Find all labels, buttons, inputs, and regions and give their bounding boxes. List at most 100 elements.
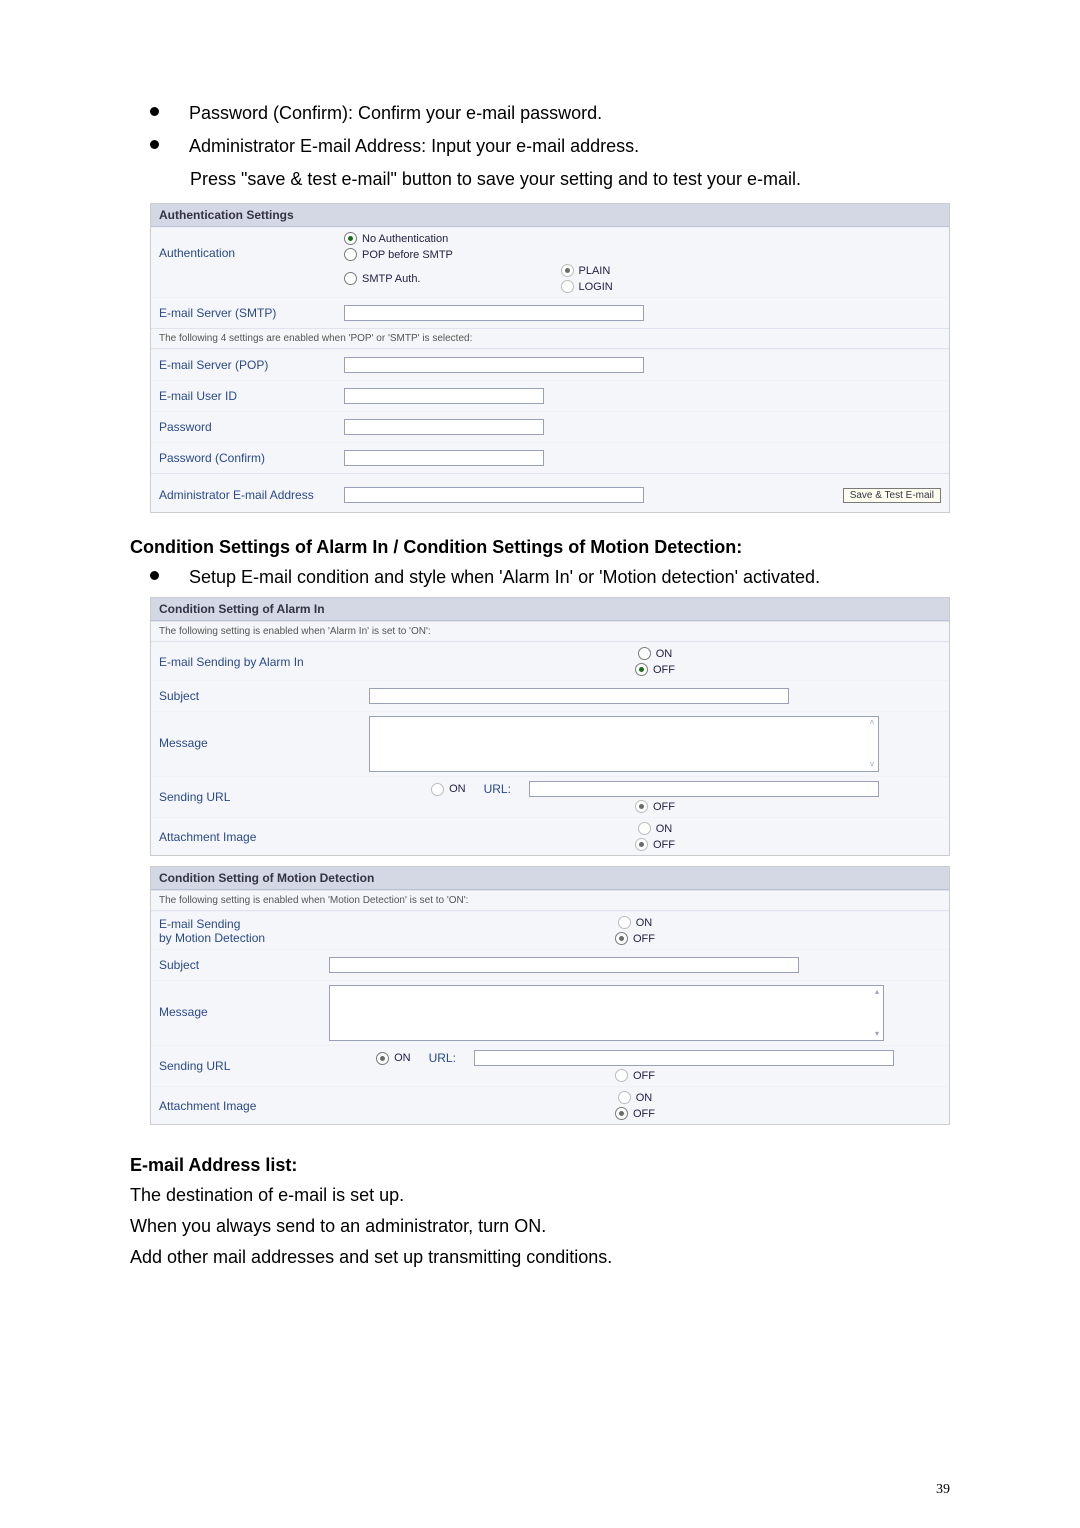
auth-row-password: Password bbox=[151, 411, 949, 442]
radio-icon bbox=[561, 280, 574, 293]
row-label: E-mail Sending by Motion Detection bbox=[159, 917, 329, 945]
motion-attach-off[interactable]: OFF bbox=[615, 1107, 655, 1120]
bullet-text: Password (Confirm): Confirm your e-mail … bbox=[189, 100, 602, 127]
motion-url-input[interactable] bbox=[474, 1050, 894, 1066]
bullet-text: Setup E-mail condition and style when 'A… bbox=[189, 564, 820, 591]
radio-icon bbox=[638, 822, 651, 835]
auth-opt-popbefore[interactable]: POP before SMTP bbox=[344, 248, 453, 261]
section-title-condition: Condition Settings of Alarm In / Conditi… bbox=[130, 537, 950, 558]
bullet-text: Administrator E-mail Address: Input your… bbox=[189, 133, 639, 160]
radio-icon bbox=[344, 232, 357, 245]
motion-message-textarea[interactable]: ▴ ▾ bbox=[329, 985, 884, 1041]
radio-icon bbox=[376, 1052, 389, 1065]
radio-icon bbox=[615, 1069, 628, 1082]
auth-opt-noauth[interactable]: No Authentication bbox=[344, 232, 448, 245]
motion-url-off[interactable]: OFF bbox=[615, 1069, 655, 1082]
scroll-up-icon: ˄ bbox=[866, 717, 878, 729]
password-input[interactable] bbox=[344, 419, 544, 435]
radio-label: OFF bbox=[653, 839, 675, 851]
radio-label: OFF bbox=[633, 1108, 655, 1120]
radio-label: OFF bbox=[633, 933, 655, 945]
smtp-input[interactable] bbox=[344, 305, 644, 321]
alarm-message-textarea[interactable]: ˄ ˅ bbox=[369, 716, 879, 772]
row-label: Subject bbox=[159, 958, 329, 972]
motion-attach-on[interactable]: ON bbox=[618, 1091, 653, 1104]
body-text: When you always send to an administrator… bbox=[130, 1213, 950, 1240]
alarm-note: The following setting is enabled when 'A… bbox=[151, 621, 949, 642]
row-label-line2: by Motion Detection bbox=[159, 931, 329, 945]
radio-label: POP before SMTP bbox=[362, 249, 453, 261]
radio-icon bbox=[431, 783, 444, 796]
motion-settings-box: Condition Setting of Motion Detection Th… bbox=[150, 866, 950, 1125]
radio-icon bbox=[615, 932, 628, 945]
row-label: Subject bbox=[159, 689, 369, 703]
radio-icon bbox=[344, 248, 357, 261]
auth-opt-login[interactable]: LOGIN bbox=[561, 280, 613, 293]
bullet-icon bbox=[150, 140, 159, 149]
auth-row-pop: E-mail Server (POP) bbox=[151, 349, 949, 380]
alarm-attach-on[interactable]: ON bbox=[638, 822, 673, 835]
row-label: Message bbox=[159, 985, 329, 1019]
userid-input[interactable] bbox=[344, 388, 544, 404]
auth-settings-box: Authentication Settings Authentication N… bbox=[150, 203, 950, 513]
motion-sending-off[interactable]: OFF bbox=[615, 932, 655, 945]
row-label: Attachment Image bbox=[159, 830, 369, 844]
password-confirm-input[interactable] bbox=[344, 450, 544, 466]
radio-icon bbox=[615, 1107, 628, 1120]
radio-label: OFF bbox=[653, 664, 675, 676]
alarm-row-subject: Subject bbox=[151, 680, 949, 711]
radio-label: OFF bbox=[633, 1070, 655, 1082]
pop-input[interactable] bbox=[344, 357, 644, 373]
auth-row-smtp: E-mail Server (SMTP) bbox=[151, 297, 949, 328]
alarm-url-input[interactable] bbox=[529, 781, 879, 797]
auth-row-password-confirm: Password (Confirm) bbox=[151, 442, 949, 473]
alarm-url-on[interactable]: ON bbox=[431, 783, 466, 796]
radio-icon bbox=[635, 663, 648, 676]
alarm-settings-box: Condition Setting of Alarm In The follow… bbox=[150, 597, 950, 856]
motion-subject-input[interactable] bbox=[329, 957, 799, 973]
page: Password (Confirm): Confirm your e-mail … bbox=[0, 0, 1080, 1528]
section-title-email-list: E-mail Address list: bbox=[130, 1155, 950, 1176]
auth-header: Authentication Settings bbox=[151, 204, 949, 227]
radio-label: SMTP Auth. bbox=[362, 273, 421, 285]
auth-opt-plain[interactable]: PLAIN bbox=[561, 264, 613, 277]
motion-url-on[interactable]: ON bbox=[376, 1052, 411, 1065]
url-field-label: URL: bbox=[484, 782, 511, 796]
alarm-row-message: Message ˄ ˅ bbox=[151, 711, 949, 776]
radio-label: LOGIN bbox=[579, 281, 613, 293]
alarm-subject-input[interactable] bbox=[369, 688, 789, 704]
auth-row-admin: Administrator E-mail Address Save & Test… bbox=[151, 473, 949, 512]
motion-row-message: Message ▴ ▾ bbox=[151, 980, 949, 1045]
bullet-item: Setup E-mail condition and style when 'A… bbox=[130, 564, 950, 591]
alarm-url-off[interactable]: OFF bbox=[635, 800, 675, 813]
radio-icon bbox=[618, 916, 631, 929]
radio-icon bbox=[635, 838, 648, 851]
radio-icon bbox=[638, 647, 651, 660]
body-text: Add other mail addresses and set up tran… bbox=[130, 1244, 950, 1271]
radio-icon bbox=[344, 272, 357, 285]
row-label: E-mail Sending by Alarm In bbox=[159, 655, 369, 669]
row-label: E-mail Server (SMTP) bbox=[159, 306, 344, 320]
motion-sending-on[interactable]: ON bbox=[618, 916, 653, 929]
alarm-sending-on[interactable]: ON bbox=[638, 647, 673, 660]
motion-row-attach: Attachment Image ON OFF bbox=[151, 1086, 949, 1124]
radio-icon bbox=[561, 264, 574, 277]
radio-icon bbox=[618, 1091, 631, 1104]
save-test-email-button[interactable]: Save & Test E-mail bbox=[843, 488, 941, 503]
alarm-attach-off[interactable]: OFF bbox=[635, 838, 675, 851]
motion-header: Condition Setting of Motion Detection bbox=[151, 867, 949, 890]
alarm-sending-off[interactable]: OFF bbox=[635, 663, 675, 676]
alarm-header: Condition Setting of Alarm In bbox=[151, 598, 949, 621]
admin-email-input[interactable] bbox=[344, 487, 644, 503]
bullet-item: Password (Confirm): Confirm your e-mail … bbox=[130, 100, 950, 127]
auth-opt-smtpauth[interactable]: SMTP Auth. bbox=[344, 272, 421, 285]
auth-label: Authentication bbox=[159, 232, 344, 260]
alarm-row-attach: Attachment Image ON OFF bbox=[151, 817, 949, 855]
radio-label: No Authentication bbox=[362, 233, 448, 245]
row-label: Administrator E-mail Address bbox=[159, 488, 344, 502]
bullet-icon bbox=[150, 571, 159, 580]
radio-label: ON bbox=[636, 917, 653, 929]
motion-row-subject: Subject bbox=[151, 949, 949, 980]
indent-text: Press "save & test e-mail" button to sav… bbox=[130, 166, 950, 193]
radio-label: PLAIN bbox=[579, 265, 611, 277]
